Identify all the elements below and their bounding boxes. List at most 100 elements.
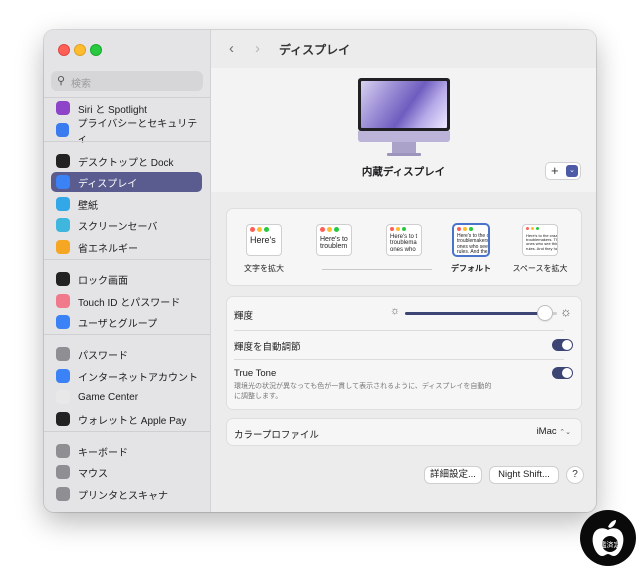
resolution-option[interactable]: Here's to the crazy troublemakers. The r… <box>523 225 557 255</box>
night-shift-button[interactable]: Night Shift... <box>490 467 558 483</box>
resolution-preview-text: Here's <box>250 235 276 245</box>
sidebar-item-label: Siri と Spotlight <box>78 104 147 116</box>
hand-icon <box>56 123 70 137</box>
key-icon <box>56 347 70 361</box>
sidebar-item-label: 壁紙 <box>78 200 98 212</box>
sidebar-item[interactable]: スクリーンセーバ <box>51 215 202 235</box>
brightness-slider[interactable] <box>405 306 557 320</box>
sidebar-item-label: ユーザとグループ <box>78 318 158 330</box>
search-icon: ⚲ <box>57 75 66 87</box>
sidebar-item[interactable]: デスクトップと Dock <box>51 151 202 171</box>
toolbar: ‹ › ディスプレイ <box>211 30 596 68</box>
sidebar-item[interactable]: ユーザとグループ <box>51 312 202 332</box>
zoom-button[interactable] <box>90 44 102 56</box>
resolution-option-label: スペースを拡大 <box>512 264 568 273</box>
resolution-track <box>322 269 432 270</box>
truetone-label: True Tone <box>234 368 277 379</box>
sidebar-item[interactable]: インターネットアカウント <box>51 366 202 386</box>
search-input[interactable]: ⚲ 検索 <box>51 71 203 91</box>
sidebar-item[interactable]: プリンタとスキャナ <box>51 484 202 504</box>
resolution-preview-text: Here's to the cr troublemakers ones who … <box>457 233 488 255</box>
sidebar-item-label: デスクトップと Dock <box>78 157 174 169</box>
flower-icon <box>56 197 70 211</box>
dock-icon <box>56 154 70 168</box>
back-button[interactable]: ‹ <box>229 40 234 57</box>
sidebar-item[interactable]: Game Center <box>51 387 202 407</box>
forward-button[interactable]: › <box>255 40 260 57</box>
resolution-preview-text: Here's to the crazy troublemakers. The r… <box>526 233 557 251</box>
imac-icon[interactable] <box>358 78 450 131</box>
auto-brightness-label: 輝度を自動調節 <box>234 342 301 353</box>
users-icon <box>56 315 70 329</box>
sidebar-item-label: 省エネルギー <box>78 243 138 255</box>
color-profile-card: カラープロファイル iMac ⌃⌄ <box>226 418 582 446</box>
resolution-card: Here's 文字を拡大 Here's to troublem Here's to t… <box>226 208 582 286</box>
sidebar-item[interactable]: ウォレットと Apple Pay <box>51 409 202 429</box>
help-button[interactable]: ? <box>567 467 583 483</box>
truetone-toggle[interactable] <box>552 367 573 379</box>
apple-logo-badge: 鑑済定 <box>580 510 636 566</box>
color-profile-label: カラープロファイル <box>234 430 319 441</box>
sidebar-item[interactable]: キーボード <box>51 441 202 461</box>
screensaver-icon <box>56 218 70 232</box>
sidebar-item[interactable]: Touch ID とパスワード <box>51 291 202 311</box>
printer-icon <box>56 487 70 501</box>
sidebar-item-label: ディスプレイ <box>78 178 138 190</box>
sidebar-item-label: ウォレットと Apple Pay <box>78 415 187 427</box>
sidebar-item[interactable]: 省エネルギー <box>51 237 202 257</box>
siri-icon <box>56 101 70 115</box>
sidebar-divider <box>44 259 210 260</box>
auto-brightness-toggle[interactable] <box>552 339 573 351</box>
display-hero: 内蔵ディスプレイ + ⌄ <box>211 68 596 192</box>
search-placeholder: 検索 <box>71 79 91 90</box>
sidebar-item[interactable]: 壁紙 <box>51 194 202 214</box>
sidebar-item-label: マウス <box>78 468 108 480</box>
sidebar-item[interactable]: ロック画面 <box>51 269 202 289</box>
resolution-option[interactable]: Here's to the cr troublemakers ones who … <box>454 225 488 255</box>
close-button[interactable] <box>58 44 70 56</box>
keyboard-icon <box>56 444 70 458</box>
sidebar-item-label: スクリーンセーバ <box>78 221 158 233</box>
resolution-option[interactable]: Here's to t troublema ones who <box>387 225 421 255</box>
add-display-button[interactable]: + ⌄ <box>546 163 580 179</box>
advanced-settings-button[interactable]: 詳細設定... <box>425 467 481 483</box>
sidebar-divider <box>44 431 210 432</box>
sidebar-divider <box>44 334 210 335</box>
fingerprint-icon <box>56 294 70 308</box>
sun-large-icon: ☼ <box>560 304 572 319</box>
sidebar-item-label: プリンタとスキャナ <box>78 490 168 502</box>
sidebar-item-label: ロック画面 <box>78 275 128 287</box>
page-title: ディスプレイ <box>279 43 351 57</box>
main-pane: ‹ › ディスプレイ 内蔵ディスプレイ + ⌄ Here's 文字を拡大 Here'… <box>211 30 596 512</box>
brightness-label: 輝度 <box>234 311 254 322</box>
minimize-button[interactable] <box>74 44 86 56</box>
plus-icon: + <box>551 163 559 178</box>
sidebar-item[interactable]: プライバシーとセキュリティ <box>51 119 202 145</box>
color-profile-value: iMac <box>536 426 557 437</box>
truetone-description-2: に調整します。 <box>234 393 283 400</box>
mouse-icon <box>56 465 70 479</box>
resolution-option[interactable]: Here's <box>247 225 281 255</box>
sidebar-divider <box>44 141 210 142</box>
sidebar-item[interactable]: ディスプレイ <box>51 172 202 192</box>
at-icon <box>56 369 70 383</box>
chevron-down-icon: ⌄ <box>566 165 578 177</box>
brightness-slider-knob[interactable] <box>537 306 552 320</box>
apple-logo-icon: 鑑済定 <box>592 520 624 556</box>
sidebar-item[interactable]: パスワード <box>51 344 202 364</box>
sidebar-item-label: Game Center <box>78 391 139 403</box>
sidebar-item[interactable]: マウス <box>51 462 202 482</box>
resolution-preview-text: Here's to t troublema ones who <box>390 234 418 253</box>
resolution-preview-text: Here's to troublem <box>320 236 348 251</box>
resolution-option-label: デフォルト <box>451 264 491 273</box>
sidebar: ⚲ 検索 Siri と Spotlight プライバシーとセキュリティデスクトップ… <box>44 30 211 512</box>
svg-text:鑑済定: 鑑済定 <box>600 540 621 549</box>
sidebar-item-label: パスワード <box>78 350 128 362</box>
wallet-icon <box>56 412 70 426</box>
gamecenter-icon <box>56 390 70 404</box>
sidebar-item-label: Touch ID とパスワード <box>78 297 181 309</box>
resolution-option[interactable]: Here's to troublem <box>317 225 351 255</box>
resolution-option-label: 文字を拡大 <box>244 264 284 273</box>
color-profile-select[interactable]: iMac ⌃⌄ <box>537 426 571 437</box>
display-name: 内蔵ディスプレイ <box>361 166 446 178</box>
